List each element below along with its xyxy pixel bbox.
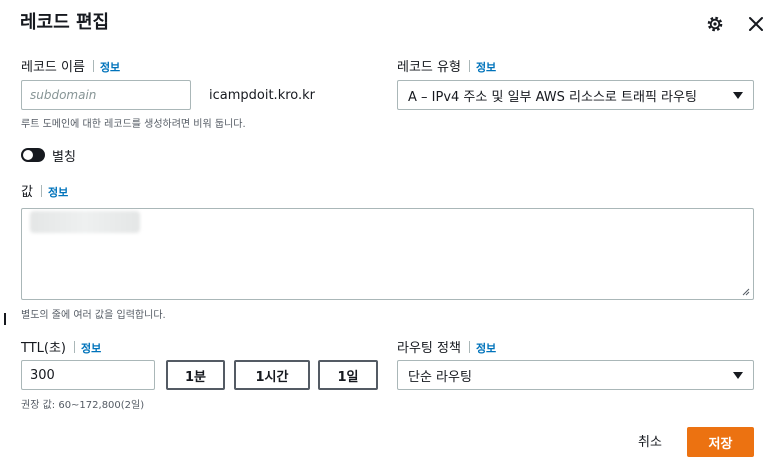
redacted-value xyxy=(30,211,140,233)
ttl-info-link[interactable]: 정보 xyxy=(81,342,101,355)
ttl-1hour-button[interactable]: 1시간 xyxy=(234,360,310,390)
record-name-label: 레코드 이름 정보 xyxy=(21,56,120,75)
routing-policy-label: 라우팅 정책 정보 xyxy=(397,337,496,356)
value-label-text: 값 xyxy=(21,185,33,200)
record-type-info-link[interactable]: 정보 xyxy=(476,61,496,74)
ttl-1day-button[interactable]: 1일 xyxy=(318,360,378,390)
ttl-label: TTL(초) 정보 xyxy=(21,337,101,356)
ttl-label-text: TTL(초) xyxy=(21,341,66,356)
ttl-input[interactable]: 300 xyxy=(21,360,155,390)
save-button[interactable]: 저장 xyxy=(687,427,754,457)
caret-down-icon xyxy=(733,371,743,379)
value-info-link[interactable]: 정보 xyxy=(48,186,68,199)
toggle-knob xyxy=(23,150,33,160)
value-textarea[interactable] xyxy=(21,208,754,300)
ttl-value: 300 xyxy=(30,367,55,383)
ttl-hint: 권장 값: 60~172,800(2일) xyxy=(21,400,145,411)
caret-down-icon xyxy=(733,91,743,99)
value-label: 값 정보 xyxy=(21,181,68,200)
record-name-hint: 루트 도메인에 대한 레코드를 생성하려면 비워 둡니다. xyxy=(21,119,246,130)
resize-handle-icon[interactable] xyxy=(742,288,750,296)
routing-policy-selected: 단순 라우팅 xyxy=(408,369,472,385)
routing-policy-info-link[interactable]: 정보 xyxy=(476,342,496,355)
ttl-1min-button[interactable]: 1분 xyxy=(166,360,225,390)
record-type-label: 레코드 유형 정보 xyxy=(397,56,496,75)
gear-icon[interactable] xyxy=(705,14,725,34)
record-name-input[interactable]: subdomain xyxy=(21,80,191,110)
record-type-label-text: 레코드 유형 xyxy=(397,60,461,75)
routing-policy-label-text: 라우팅 정책 xyxy=(397,341,461,356)
dialog-title: 레코드 편집 xyxy=(20,12,110,33)
record-name-placeholder: subdomain xyxy=(30,88,97,102)
record-name-label-text: 레코드 이름 xyxy=(21,60,85,75)
cancel-button[interactable]: 취소 xyxy=(638,431,662,450)
value-hint: 별도의 줄에 여러 값을 입력합니다. xyxy=(21,310,166,321)
record-type-select[interactable]: A – IPv4 주소 및 일부 AWS 리소스로 트래픽 라우팅 xyxy=(397,80,754,110)
routing-policy-select[interactable]: 단순 라우팅 xyxy=(397,360,754,390)
text-cursor-icon xyxy=(4,313,6,325)
close-icon[interactable] xyxy=(746,14,766,34)
domain-suffix: icampdoit.kro.kr xyxy=(209,88,316,103)
alias-label: 별칭 xyxy=(52,150,76,165)
record-type-selected: A – IPv4 주소 및 일부 AWS 리소스로 트래픽 라우팅 xyxy=(408,89,697,105)
alias-toggle[interactable] xyxy=(21,148,45,162)
record-name-info-link[interactable]: 정보 xyxy=(100,61,120,74)
